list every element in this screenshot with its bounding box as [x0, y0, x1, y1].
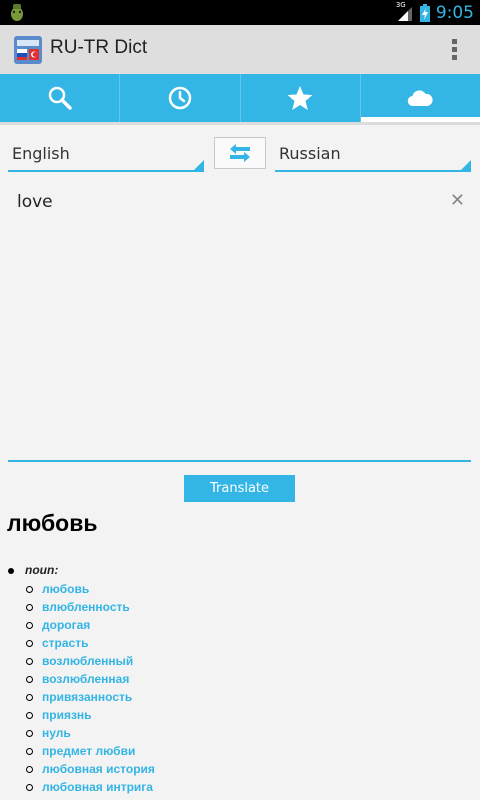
translation-item[interactable]: любовь — [26, 580, 155, 598]
signal-icon: 3G — [396, 1, 414, 23]
word-input-value: love — [17, 192, 53, 212]
translation-link[interactable]: возлюбленная — [42, 672, 129, 686]
android-debug-icon — [11, 4, 23, 21]
translation-link[interactable]: влюбленность — [42, 600, 130, 614]
cloud-icon — [408, 90, 433, 107]
status-time: 9:05 — [435, 2, 474, 23]
translation-item[interactable]: приязнь — [26, 706, 155, 724]
tab-online[interactable] — [360, 74, 480, 122]
part-of-speech-label: noun: — [25, 563, 59, 577]
part-of-speech-row: noun: — [8, 563, 58, 577]
translation-link[interactable]: дорогая — [42, 618, 90, 632]
translation-link[interactable]: страсть — [42, 636, 88, 650]
result-headword: любовь — [7, 510, 98, 536]
translation-item[interactable]: привязанность — [26, 688, 155, 706]
swap-arrows-icon — [230, 144, 250, 162]
translate-button[interactable]: Translate — [184, 475, 295, 502]
translation-list: любовь влюбленность дорогая страсть возл… — [26, 580, 155, 796]
translation-item[interactable]: возлюбленный — [26, 652, 155, 670]
action-bar: RU-TR Dict — [0, 25, 480, 75]
translation-link[interactable]: любовная интрига — [42, 780, 153, 794]
translation-link[interactable]: приязнь — [42, 708, 92, 722]
swap-languages-button[interactable] — [214, 137, 266, 169]
app-logo-icon[interactable] — [14, 36, 42, 64]
dropdown-arrow-icon — [194, 160, 204, 170]
translation-item[interactable]: страсть — [26, 634, 155, 652]
translation-item[interactable]: дорогая — [26, 616, 155, 634]
tab-favorites[interactable] — [241, 74, 361, 122]
translation-link[interactable]: привязанность — [42, 690, 132, 704]
word-input-field[interactable]: love ✕ — [8, 182, 471, 462]
overflow-menu-icon[interactable] — [452, 39, 458, 63]
battery-icon — [419, 3, 430, 22]
translation-item[interactable]: возлюбленная — [26, 670, 155, 688]
source-language-spinner[interactable]: English — [8, 136, 204, 172]
bullet-icon — [8, 567, 14, 574]
target-language-spinner[interactable]: Russian — [275, 136, 471, 172]
translation-item[interactable]: любовная интрига — [26, 778, 155, 796]
app-title: RU-TR Dict — [50, 37, 148, 58]
translation-item[interactable]: предмет любви — [26, 742, 155, 760]
target-language-label: Russian — [279, 144, 341, 163]
translation-item[interactable]: нуль — [26, 724, 155, 742]
history-clock-icon — [168, 86, 192, 110]
translation-item[interactable]: влюбленность — [26, 598, 155, 616]
status-bar: 3G 9:05 — [0, 0, 480, 25]
search-icon — [48, 86, 72, 110]
star-icon — [287, 86, 313, 110]
tab-history[interactable] — [120, 74, 241, 122]
clear-input-icon[interactable]: ✕ — [450, 190, 465, 211]
translation-link[interactable]: нуль — [42, 726, 71, 740]
tab-bar — [0, 74, 480, 122]
source-language-label: English — [12, 144, 70, 163]
translation-link[interactable]: предмет любви — [42, 744, 135, 758]
translation-link[interactable]: любовная история — [42, 762, 155, 776]
translation-link[interactable]: возлюбленный — [42, 654, 133, 668]
tabs-divider — [0, 122, 480, 125]
tab-search[interactable] — [0, 74, 121, 122]
translation-item[interactable]: любовная история — [26, 760, 155, 778]
translation-link[interactable]: любовь — [42, 582, 89, 596]
dropdown-arrow-icon — [461, 160, 471, 170]
